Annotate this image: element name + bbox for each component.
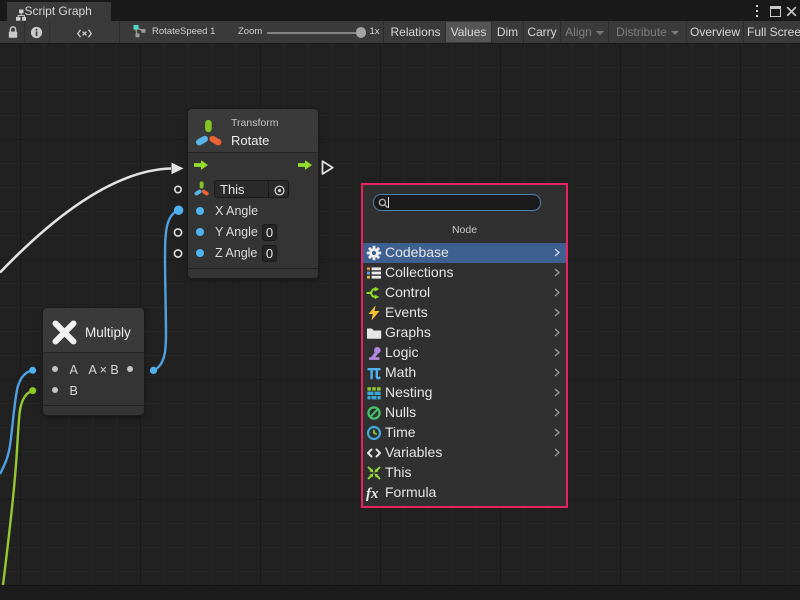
svg-text:fx: fx — [366, 486, 379, 501]
